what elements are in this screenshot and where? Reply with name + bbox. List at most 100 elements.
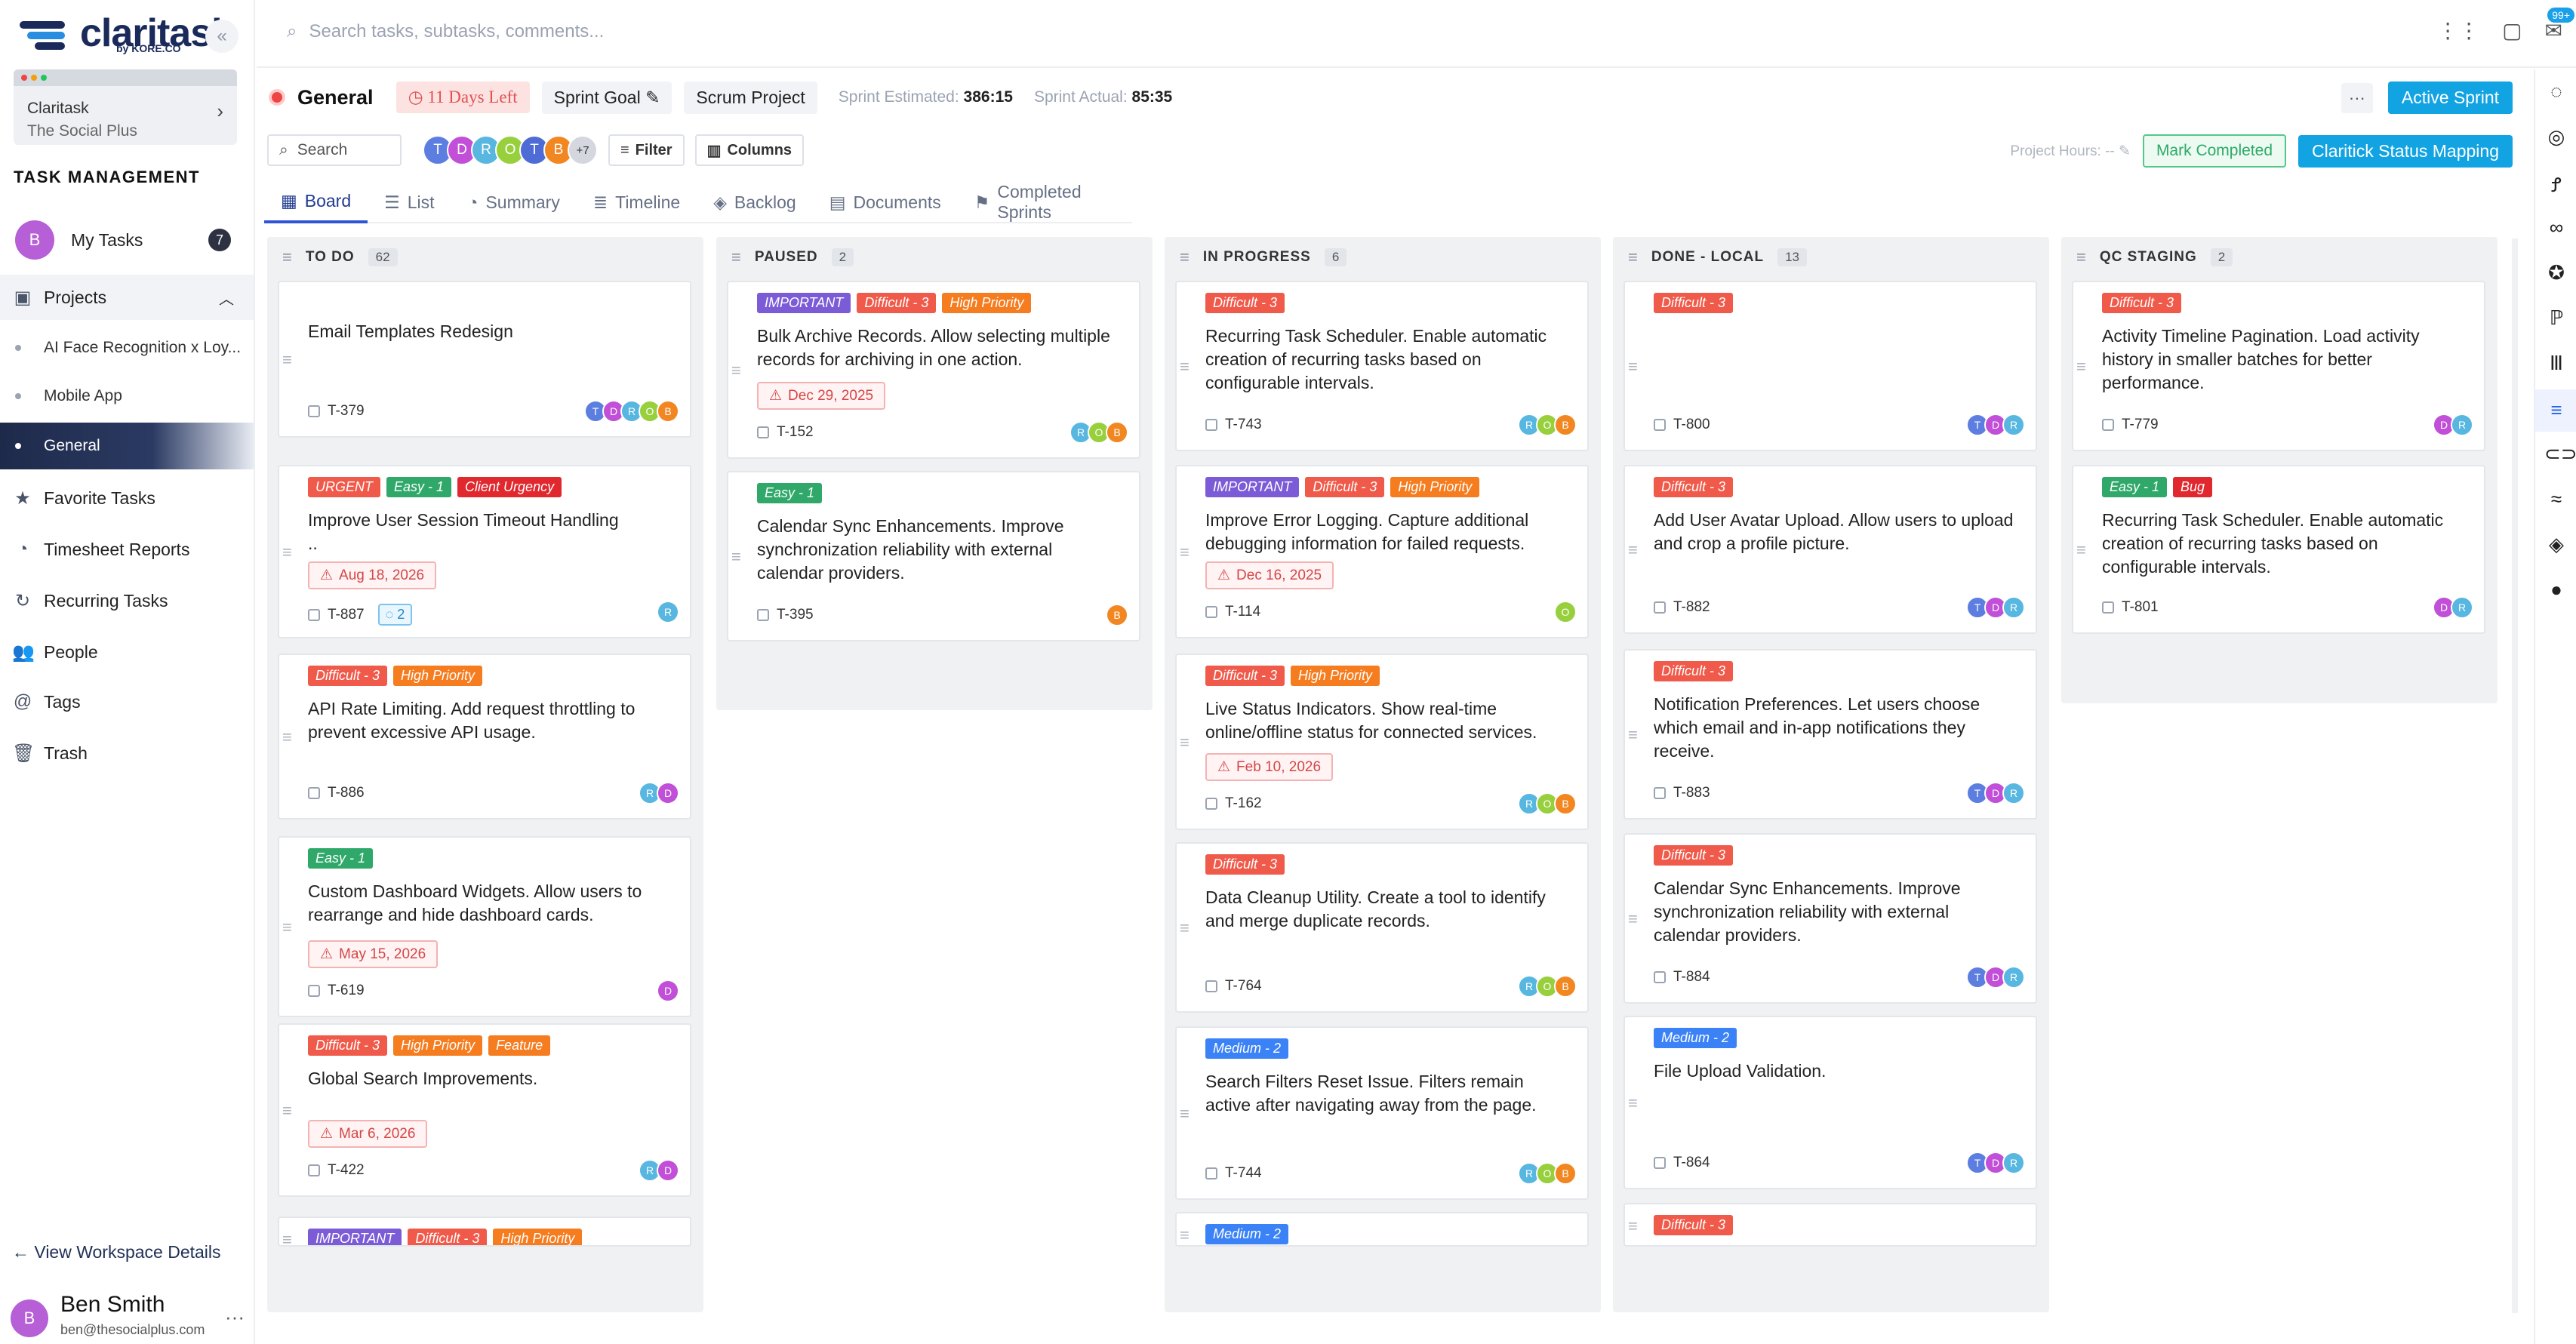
- tag-badge[interactable]: IMPORTANT: [757, 293, 851, 313]
- filter-button[interactable]: ≡ Filter: [608, 134, 685, 166]
- assignee-avatars[interactable]: ROB: [1069, 421, 1128, 444]
- tag-badge[interactable]: Easy - 1: [308, 848, 374, 869]
- checkbox[interactable]: [1205, 1167, 1217, 1179]
- drag-handle-icon[interactable]: ≡: [282, 350, 292, 370]
- drag-handle-icon[interactable]: ≡: [731, 248, 741, 267]
- drag-handle-icon[interactable]: ≡: [1628, 540, 1638, 560]
- checkbox[interactable]: [2102, 419, 2114, 431]
- checkbox[interactable]: [308, 985, 320, 997]
- assignee-avatars[interactable]: TDR: [1966, 782, 2025, 804]
- tag-badge[interactable]: Medium - 2: [1205, 1038, 1289, 1059]
- tab-documents[interactable]: ▤ Documents: [813, 181, 958, 223]
- tag-badge[interactable]: Client Urgency: [457, 477, 562, 497]
- tag-badge[interactable]: Difficult - 3: [308, 1035, 388, 1056]
- tab-completed-sprints[interactable]: ⚑ Completed Sprints: [958, 181, 1132, 223]
- collapse-sidebar-button[interactable]: «: [205, 20, 239, 53]
- tag-badge[interactable]: High Priority: [393, 666, 483, 686]
- tag-badge[interactable]: Difficult - 3: [1654, 1215, 1734, 1235]
- tag-badge[interactable]: Difficult - 3: [1205, 854, 1285, 875]
- assignee-avatars[interactable]: O: [1554, 601, 1577, 623]
- tag-badge[interactable]: High Priority: [1390, 477, 1480, 497]
- tag-badge[interactable]: Difficult - 3: [1305, 477, 1385, 497]
- tag-badge[interactable]: High Priority: [942, 293, 1032, 313]
- infinity-app-icon[interactable]: ∞: [2544, 216, 2568, 240]
- task-card[interactable]: ≡ IMPORTANT Difficult - 3 High Priority: [278, 1216, 691, 1247]
- layers-app-icon[interactable]: ◈: [2544, 533, 2568, 557]
- project-item[interactable]: Mobile App: [0, 373, 254, 420]
- task-card[interactable]: ≡ IMPORTANT Difficult - 3 High Priority Bulk…: [727, 281, 1140, 459]
- tag-badge[interactable]: Difficult - 3: [308, 666, 388, 686]
- drag-handle-icon[interactable]: ≡: [282, 543, 292, 562]
- assignee-avatars[interactable]: ROB: [1518, 414, 1577, 436]
- sidebar-item-tags[interactable]: @ Tags: [0, 679, 254, 724]
- task-card[interactable]: ≡ Difficult - 3 Calendar Sync Enhancements…: [1623, 833, 2037, 1004]
- drag-handle-icon[interactable]: ≡: [1180, 248, 1190, 267]
- task-card[interactable]: ≡ Difficult - 3 Data Cleanup Utility. Crea…: [1175, 842, 1589, 1013]
- checkbox[interactable]: [1205, 606, 1217, 618]
- checkbox[interactable]: [757, 426, 769, 438]
- tag-badge[interactable]: Easy - 1: [386, 477, 452, 497]
- assignee-avatars[interactable]: TDR: [1966, 414, 2025, 436]
- task-card[interactable]: ≡ Difficult - 3 High Priority API Rate Limi…: [278, 654, 691, 820]
- tag-badge[interactable]: Difficult - 3: [857, 293, 937, 313]
- assignee-avatars[interactable]: ROB: [1518, 1162, 1577, 1185]
- checkbox[interactable]: [1654, 601, 1666, 614]
- view-workspace-link[interactable]: ← View Workspace Details: [12, 1242, 221, 1262]
- tag-badge[interactable]: URGENT: [308, 477, 380, 497]
- tag-badge[interactable]: High Priority: [1291, 666, 1380, 686]
- tag-badge[interactable]: Difficult - 3: [408, 1229, 488, 1245]
- tag-badge[interactable]: Difficult - 3: [1205, 666, 1285, 686]
- drag-handle-icon[interactable]: ≡: [1628, 357, 1638, 377]
- drag-handle-icon[interactable]: ≡: [1180, 1226, 1190, 1245]
- sidebar-item-timesheet-reports[interactable]: ◔ Timesheet Reports: [0, 527, 254, 572]
- scrum-project-chip[interactable]: Scrum Project: [684, 81, 817, 114]
- drag-handle-icon[interactable]: ≡: [2076, 357, 2086, 377]
- sprint-goal-button[interactable]: Sprint Goal ✎: [541, 81, 672, 114]
- task-card[interactable]: ≡ Medium - 2 Search Filters Reset Issue. F…: [1175, 1026, 1589, 1200]
- drag-handle-icon[interactable]: ≡: [282, 918, 292, 937]
- drag-handle-icon[interactable]: ≡: [282, 1101, 292, 1121]
- tab-list[interactable]: ☰ List: [368, 181, 451, 223]
- checkbox[interactable]: [308, 608, 320, 621]
- badge-app-icon[interactable]: ✪: [2544, 261, 2568, 285]
- drag-handle-icon[interactable]: ≡: [731, 361, 741, 380]
- comment-count-badge[interactable]: ◌ 2: [377, 604, 413, 626]
- checkbox[interactable]: [1654, 971, 1666, 983]
- task-card[interactable]: ≡ Medium - 2: [1175, 1212, 1589, 1247]
- task-card[interactable]: ≡ Medium - 2 File Upload Validation. T-864 T…: [1623, 1016, 2037, 1189]
- task-card[interactable]: ≡ Difficult - 3 Recurring Task Scheduler. …: [1175, 281, 1589, 451]
- task-card[interactable]: ≡ Difficult - 3 Notification Preferences. …: [1623, 649, 2037, 820]
- sidebar-item-people[interactable]: 👥 People: [0, 629, 254, 675]
- project-item[interactable]: AI Face Recognition x Loy...: [0, 324, 254, 371]
- due-date-badge[interactable]: ⚠ Feb 10, 2026: [1205, 753, 1334, 781]
- due-date-badge[interactable]: ⚠ Aug 18, 2026: [308, 561, 437, 589]
- task-card[interactable]: ≡ Difficult - 3 High Priority Live Status I…: [1175, 654, 1589, 830]
- pen-app-icon[interactable]: ℙ: [2544, 306, 2568, 331]
- tag-badge[interactable]: High Priority: [393, 1035, 483, 1056]
- tag-badge[interactable]: Medium - 2: [1654, 1028, 1737, 1048]
- tag-badge[interactable]: Difficult - 3: [1654, 845, 1734, 866]
- checkbox[interactable]: [308, 405, 320, 417]
- checkbox[interactable]: [757, 609, 769, 621]
- assignee-avatars[interactable]: TDROB: [584, 400, 679, 423]
- project-hours[interactable]: Project Hours: -- ✎: [2010, 143, 2131, 160]
- board-search-input[interactable]: ⌕ Search: [267, 134, 402, 166]
- task-card[interactable]: ≡ Difficult - 3 T-800 T D R: [1623, 281, 2037, 451]
- drag-handle-icon[interactable]: ≡: [1628, 1093, 1638, 1113]
- tag-badge[interactable]: High Priority: [493, 1229, 583, 1245]
- bars-app-icon[interactable]: Ⅲ: [2544, 352, 2568, 376]
- task-card[interactable]: ≡ Easy - 1 Bug Recurring Task Scheduler. En…: [2072, 465, 2485, 634]
- task-card[interactable]: ≡ Difficult - 3: [1623, 1203, 2037, 1247]
- tag-badge[interactable]: Medium - 2: [1205, 1224, 1289, 1244]
- task-card[interactable]: ≡ Difficult - 3 Add User Avatar Upload. Al…: [1623, 465, 2037, 634]
- tab-backlog[interactable]: ◈ Backlog: [697, 181, 813, 223]
- active-sprint-button[interactable]: Active Sprint: [2387, 82, 2513, 114]
- mark-completed-button[interactable]: Mark Completed: [2142, 134, 2286, 168]
- assignee-avatars[interactable]: RD: [639, 1159, 679, 1182]
- global-search-input[interactable]: ⌕ Search tasks, subtasks, comments...: [287, 21, 604, 42]
- task-card[interactable]: ≡ Easy - 1 Custom Dashboard Widgets. Allow…: [278, 836, 691, 1017]
- claritask-app-icon[interactable]: ≡: [2535, 389, 2576, 432]
- user-profile[interactable]: B Ben Smith ben@thesocialplus.com ···: [11, 1292, 245, 1337]
- sidebar-item-trash[interactable]: 🗑 Trash: [0, 730, 254, 776]
- member-avatars[interactable]: T D R O T B +7: [423, 135, 598, 165]
